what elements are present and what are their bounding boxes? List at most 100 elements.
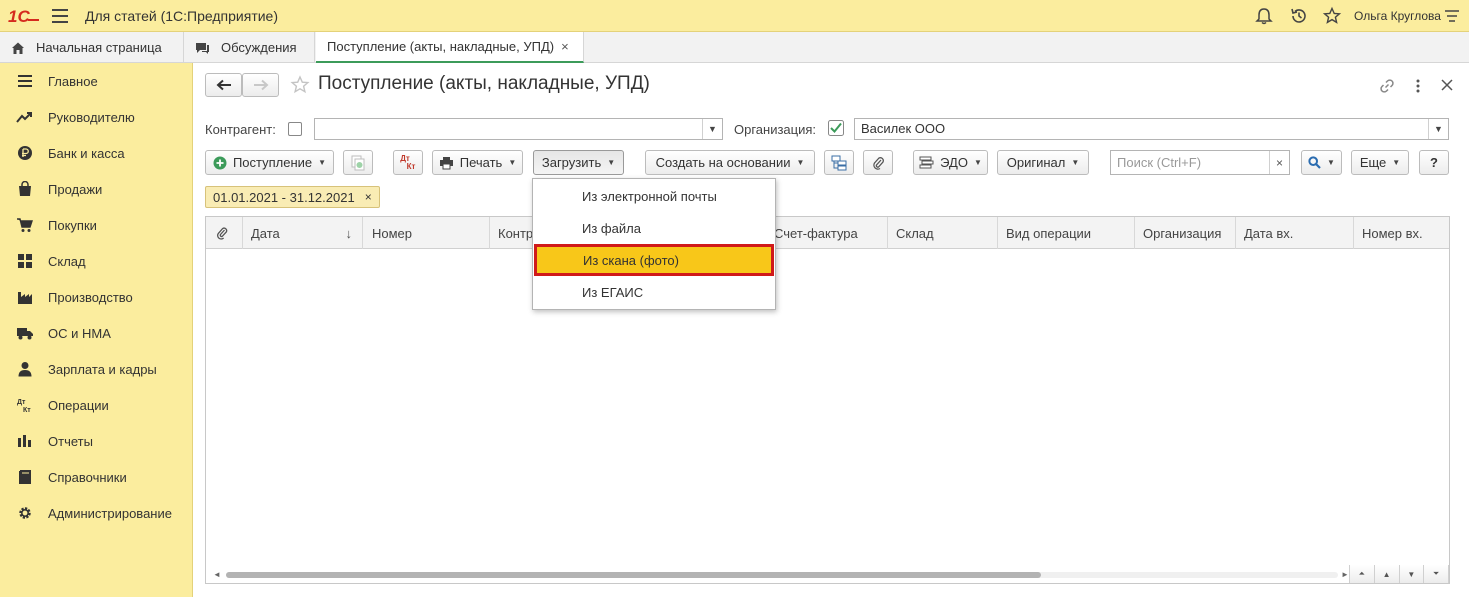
- arrow-right-icon: [253, 79, 268, 91]
- sidebar-item-operations[interactable]: Дт Кт Операции: [0, 387, 193, 423]
- sidebar-item-reports[interactable]: Отчеты: [0, 423, 193, 459]
- kt-label: Кт: [406, 161, 416, 171]
- organization-field[interactable]: Василек ООО ▼: [854, 118, 1449, 140]
- period-label: 01.01.2021 - 31.12.2021: [213, 189, 355, 205]
- counterparty-checkbox[interactable]: [288, 122, 302, 136]
- menu-item-label: Из электронной почты: [582, 188, 717, 204]
- user-name[interactable]: Ольга Круглова: [1354, 9, 1441, 23]
- scroll-left-icon[interactable]: ◄: [213, 570, 221, 579]
- dt-kt-button[interactable]: Дт Кт: [393, 150, 423, 175]
- star-favorites-icon[interactable]: [1322, 6, 1342, 26]
- clear-search-icon[interactable]: ×: [1269, 151, 1289, 174]
- sidebar-item-assets[interactable]: ОС и НМА: [0, 315, 193, 351]
- chevron-down-icon[interactable]: ▼: [1428, 119, 1448, 139]
- sidebar-item-label: Главное: [48, 73, 98, 89]
- arrow-left-icon: [216, 79, 231, 91]
- next-row-icon[interactable]: ▼: [1399, 565, 1425, 583]
- documents-table[interactable]: Дата ↓ Номер Контр Счет-фактура Склад Ви…: [205, 216, 1450, 584]
- attach-button[interactable]: [863, 150, 893, 175]
- tab-label: Обсуждения: [221, 40, 297, 55]
- main-menu-icon[interactable]: [52, 9, 68, 23]
- column-incoming-date[interactable]: Дата вх.: [1236, 217, 1354, 249]
- sidebar-item-catalogs[interactable]: Справочники: [0, 459, 193, 495]
- column-date[interactable]: Дата ↓: [243, 217, 363, 249]
- create-based-on-button[interactable]: Создать на основании ▼: [645, 150, 815, 175]
- column-warehouse[interactable]: Склад: [888, 217, 998, 249]
- menu-item-label: Из файла: [582, 220, 641, 236]
- column-number[interactable]: Номер: [363, 217, 490, 249]
- receipt-create-button[interactable]: Поступление ▼: [205, 150, 334, 175]
- history-icon[interactable]: [1289, 6, 1309, 26]
- chevron-down-icon[interactable]: ▼: [702, 119, 722, 139]
- more-vertical-icon[interactable]: [1410, 78, 1426, 94]
- sidebar-item-salary[interactable]: Зарплата и кадры: [0, 351, 193, 387]
- tab-home[interactable]: Начальная страница: [0, 32, 184, 63]
- scroll-right-icon[interactable]: ►: [1341, 570, 1349, 579]
- settings-menu-icon[interactable]: [1442, 6, 1462, 26]
- menu-item-from-egais[interactable]: Из ЕГАИС: [533, 276, 775, 308]
- sidebar-item-bank[interactable]: Банк и касса: [0, 135, 193, 171]
- search-icon: [1308, 156, 1321, 169]
- app-title: Для статей (1С:Предприятие): [85, 8, 278, 24]
- column-incoming-number[interactable]: Номер вх.: [1354, 217, 1449, 249]
- last-row-icon[interactable]: ⏷: [1424, 565, 1449, 583]
- load-button[interactable]: Загрузить ▼: [533, 150, 624, 175]
- edo-button[interactable]: ЭДО ▼: [913, 150, 988, 175]
- person-icon: [16, 360, 34, 378]
- favorite-star-icon[interactable]: [290, 75, 310, 95]
- sidebar-item-admin[interactable]: Администрирование: [0, 495, 193, 531]
- load-dropdown-menu: Из электронной почты Из файла Из скана (…: [532, 178, 776, 310]
- original-button[interactable]: Оригинал ▼: [997, 150, 1089, 175]
- column-organization[interactable]: Организация: [1135, 217, 1236, 249]
- back-button[interactable]: [205, 73, 242, 97]
- close-icon[interactable]: [1440, 78, 1454, 92]
- sidebar-item-purchases[interactable]: Покупки: [0, 207, 193, 243]
- help-label: ?: [1430, 155, 1438, 170]
- menu-item-from-scan[interactable]: Из скана (фото): [534, 244, 774, 276]
- search-input[interactable]: Поиск (Ctrl+F) ×: [1110, 150, 1290, 175]
- structure-button[interactable]: [824, 150, 854, 175]
- column-operation-type[interactable]: Вид операции: [998, 217, 1135, 249]
- column-attachments[interactable]: [206, 217, 243, 249]
- column-label: Дата вх.: [1244, 225, 1294, 241]
- tab-receipts[interactable]: Поступление (акты, накладные, УПД) ×: [316, 32, 584, 63]
- more-button[interactable]: Еще ▼: [1351, 150, 1409, 175]
- horizontal-scrollbar[interactable]: ◄ ►: [206, 567, 1449, 583]
- forward-button[interactable]: [242, 73, 279, 97]
- remove-filter-icon[interactable]: ×: [365, 190, 372, 204]
- sidebar-item-warehouse[interactable]: Склад: [0, 243, 193, 279]
- bag-icon: [16, 180, 34, 198]
- column-label: Номер: [372, 225, 413, 241]
- sidebar-item-label: Покупки: [48, 217, 97, 233]
- 1c-logo-icon[interactable]: 1С: [8, 6, 40, 26]
- print-button[interactable]: Печать ▼: [432, 150, 523, 175]
- sidebar-item-production[interactable]: Производство: [0, 279, 193, 315]
- search-button[interactable]: ▼: [1301, 150, 1342, 175]
- link-icon[interactable]: [1379, 78, 1395, 94]
- menu-item-from-file[interactable]: Из файла: [533, 212, 775, 244]
- content-area: Поступление (акты, накладные, УПД) Контр…: [193, 63, 1469, 597]
- column-invoice[interactable]: Счет-фактура: [766, 217, 888, 249]
- first-row-icon[interactable]: ⏶: [1350, 565, 1375, 583]
- menu-item-from-email[interactable]: Из электронной почты: [533, 180, 775, 212]
- tab-label: Начальная страница: [36, 40, 162, 55]
- bar-chart-icon: [16, 432, 34, 450]
- prev-row-icon[interactable]: ▲: [1374, 565, 1400, 583]
- scroll-thumb[interactable]: [226, 572, 1041, 578]
- bell-icon[interactable]: [1254, 6, 1274, 26]
- tab-discussions[interactable]: Обсуждения: [184, 32, 315, 63]
- truck-icon: [16, 324, 34, 342]
- close-tab-icon[interactable]: ×: [561, 39, 569, 54]
- ruble-coin-icon: [16, 144, 34, 162]
- sidebar-item-director[interactable]: Руководителю: [0, 99, 193, 135]
- svg-text:1С: 1С: [8, 7, 30, 26]
- counterparty-field[interactable]: ▼: [314, 118, 723, 140]
- copy-document-button[interactable]: [343, 150, 373, 175]
- sidebar-item-label: Банк и касса: [48, 145, 125, 161]
- sidebar-item-sales[interactable]: Продажи: [0, 171, 193, 207]
- help-button[interactable]: ?: [1419, 150, 1449, 175]
- period-filter-tag[interactable]: 01.01.2021 - 31.12.2021 ×: [205, 186, 380, 208]
- sidebar-item-main[interactable]: Главное: [0, 63, 193, 99]
- search-placeholder: Поиск (Ctrl+F): [1117, 155, 1202, 170]
- organization-checkbox[interactable]: [828, 120, 844, 136]
